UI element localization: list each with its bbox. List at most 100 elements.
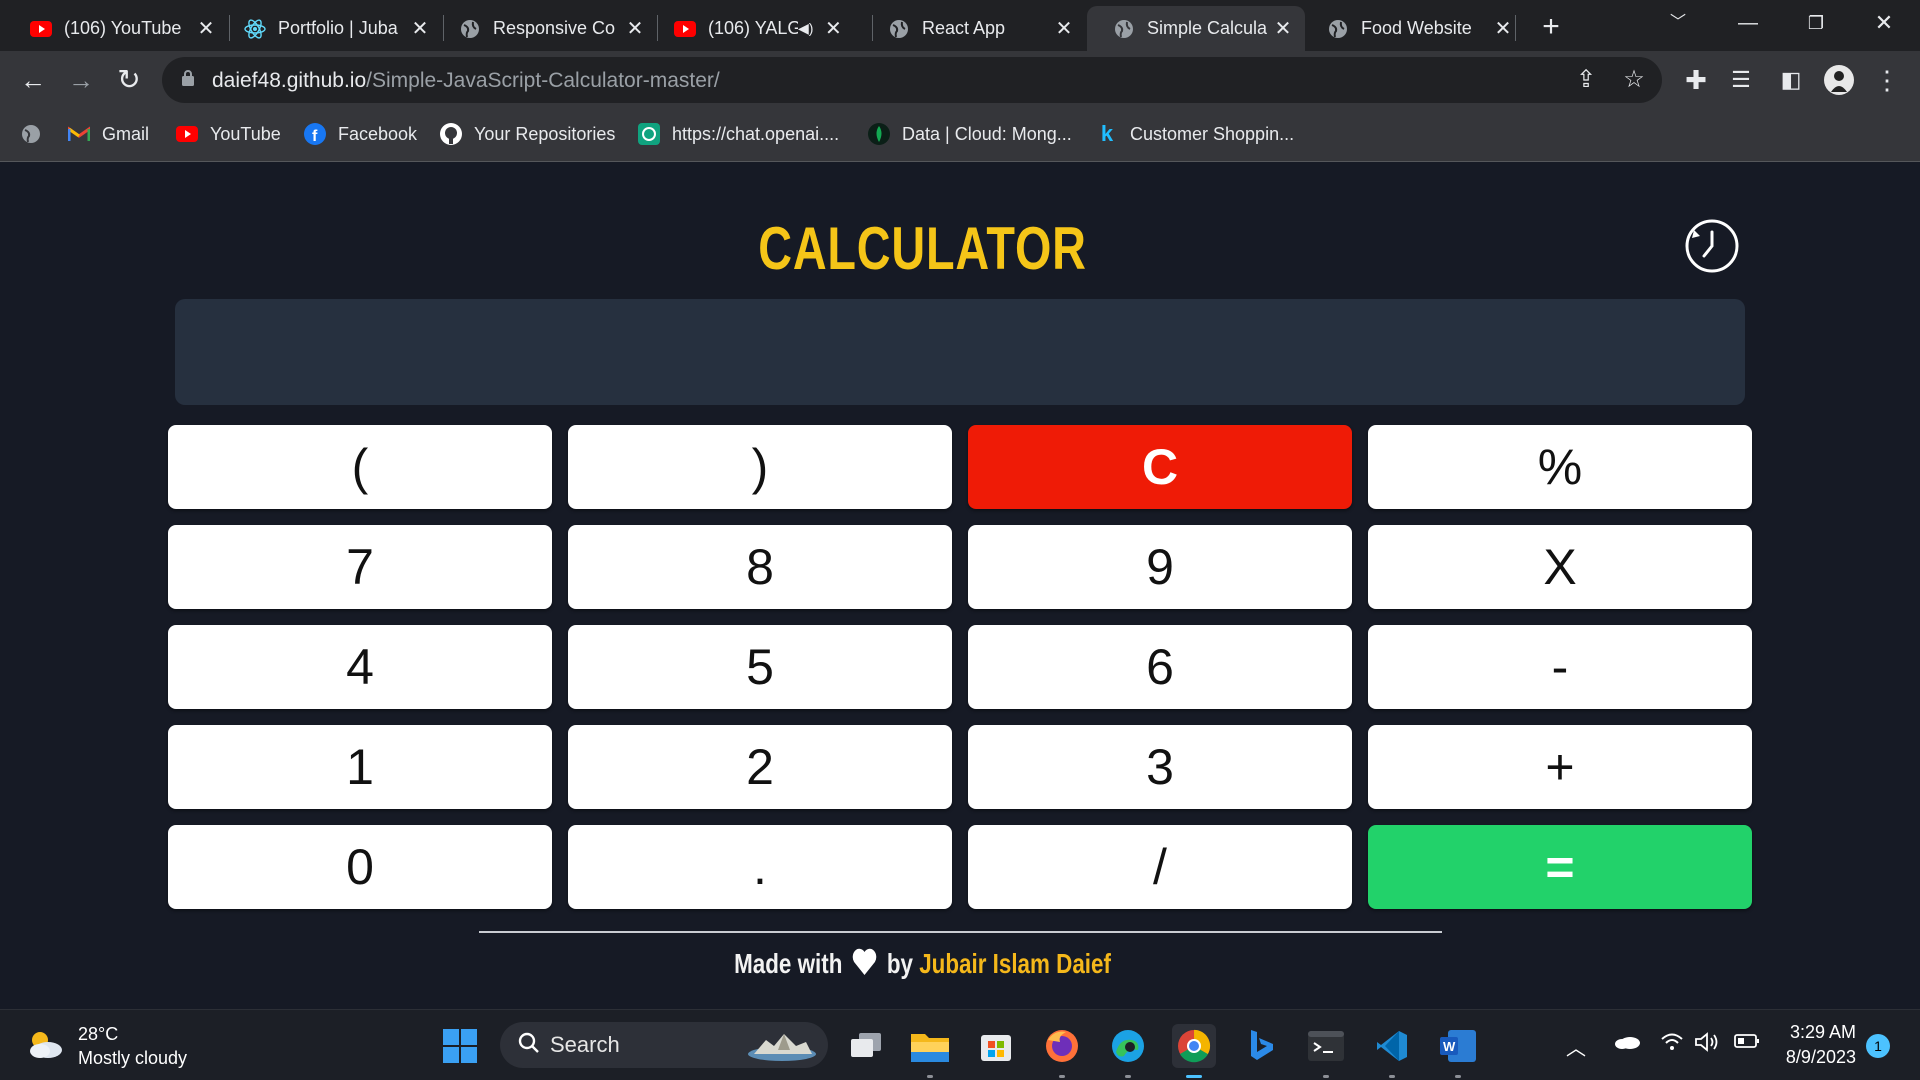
word-icon[interactable]: W (1436, 1024, 1480, 1078)
digit-8-button[interactable]: 8 (568, 525, 952, 609)
task-view-icon[interactable] (844, 1024, 888, 1068)
notification-badge[interactable]: 1 (1866, 1034, 1890, 1058)
tab-yalg[interactable]: (106) YALG ◀) ✕ (648, 6, 872, 51)
terminal-icon[interactable] (1304, 1024, 1348, 1078)
running-indicator (1186, 1075, 1202, 1078)
clear-button[interactable]: C (968, 425, 1352, 509)
tab-title: React App (922, 18, 1006, 38)
bookmark-chatgpt[interactable]: https://chat.openai.... (638, 121, 839, 147)
close-icon[interactable]: ✕ (1271, 17, 1295, 41)
share-icon[interactable]: ⇪ (1571, 65, 1601, 95)
operator-button[interactable]: - (1368, 625, 1752, 709)
bookmark-label: https://chat.openai.... (672, 123, 840, 144)
operator-button[interactable]: ) (568, 425, 952, 509)
system-clock[interactable]: 3:29 AM 8/9/2023 (1776, 1020, 1856, 1070)
history-icon[interactable] (1684, 218, 1740, 274)
globe-icon (20, 123, 42, 145)
bookmark-repositories[interactable]: Your Repositories (440, 121, 615, 147)
close-icon[interactable]: ✕ (821, 17, 845, 41)
close-icon[interactable]: ✕ (1052, 17, 1076, 41)
weather-widget[interactable]: 28°C Mostly cloudy (26, 1022, 187, 1070)
footer-by: by (886, 948, 913, 979)
battery-icon[interactable] (1734, 1032, 1760, 1055)
close-icon[interactable]: ✕ (623, 17, 647, 41)
edge-icon[interactable] (1106, 1024, 1150, 1078)
back-icon[interactable]: ← (16, 63, 50, 97)
running-indicator (1323, 1075, 1329, 1078)
show-hidden-icons-chevron-icon[interactable]: ︿ (1566, 1032, 1586, 1061)
bookmark-facebook[interactable]: f Facebook (304, 121, 417, 147)
menu-kebab-icon[interactable]: ⋮ (1870, 63, 1904, 97)
calculator-display (175, 299, 1745, 405)
bookmark-label: YouTube (210, 123, 281, 144)
operator-button[interactable]: + (1368, 725, 1752, 809)
speaker-icon[interactable]: ◀) (798, 20, 813, 37)
firefox-icon[interactable] (1040, 1024, 1084, 1078)
operator-button[interactable]: / (968, 825, 1352, 909)
microsoft-store-icon[interactable] (974, 1024, 1018, 1068)
author-name: Jubair Islam Daief (919, 948, 1111, 979)
heart-icon (852, 948, 878, 983)
chrome-icon[interactable] (1172, 1024, 1216, 1078)
media-control-icon[interactable]: ☰ (1724, 63, 1758, 97)
tab-react-app[interactable]: React App ✕ (862, 6, 1086, 51)
digit-4-button[interactable]: 4 (168, 625, 552, 709)
clock-time: 3:29 AM (1789, 1022, 1856, 1042)
digit-5-button[interactable]: 5 (568, 625, 952, 709)
tab-food-website[interactable]: Food Website ✕ (1301, 6, 1525, 51)
apps-globe-icon[interactable] (20, 121, 54, 147)
bookmark-youtube[interactable]: YouTube (176, 121, 281, 147)
bookmark-kaggle[interactable]: k Customer Shoppin... (1096, 121, 1294, 147)
youtube-icon (674, 18, 696, 40)
facebook-icon: f (304, 123, 326, 145)
taskbar-search[interactable]: Search (500, 1022, 828, 1068)
tab-simple-calculator[interactable]: Simple Calcula ✕ (1087, 6, 1305, 51)
digit-7-button[interactable]: 7 (168, 525, 552, 609)
operator-button[interactable]: . (568, 825, 952, 909)
operator-button[interactable]: ( (168, 425, 552, 509)
file-explorer-icon[interactable] (908, 1024, 952, 1078)
bookmark-mongodb[interactable]: Data | Cloud: Mong... (868, 121, 1072, 147)
operator-button[interactable]: % (1368, 425, 1752, 509)
tab-youtube[interactable]: (106) YouTube ✕ (4, 6, 228, 51)
kaggle-icon: k (1100, 121, 1114, 146)
react-icon (244, 18, 266, 40)
digit-1-button[interactable]: 1 (168, 725, 552, 809)
forward-icon[interactable]: → (64, 63, 98, 97)
close-icon[interactable]: ✕ (194, 17, 218, 41)
tab-search-icon[interactable]: ﹀ (1648, 6, 1708, 40)
footer: Made with by Jubair Islam Daief (0, 948, 1845, 983)
wifi-icon[interactable] (1660, 1032, 1684, 1058)
bing-icon[interactable] (1240, 1024, 1284, 1068)
new-tab-button[interactable]: + (1534, 10, 1568, 44)
restore-icon[interactable]: ❐ (1786, 6, 1846, 40)
digit-9-button[interactable]: 9 (968, 525, 1352, 609)
tab-responsive[interactable]: Responsive Co ✕ (433, 6, 657, 51)
close-icon[interactable]: ✕ (1491, 17, 1515, 41)
onedrive-icon[interactable] (1614, 1032, 1640, 1055)
start-button[interactable] (438, 1024, 482, 1068)
lock-icon (182, 70, 194, 86)
bookmark-gmail[interactable]: Gmail (68, 121, 149, 147)
digit-2-button[interactable]: 2 (568, 725, 952, 809)
tab-strip: (106) YouTube ✕ Portfolio | Juba ✕ Respo… (0, 0, 1920, 51)
reload-icon[interactable]: ↻ (112, 63, 146, 97)
minimize-icon[interactable]: — (1718, 6, 1778, 40)
url-host: daief48.github.io (212, 69, 367, 92)
digit-6-button[interactable]: 6 (968, 625, 1352, 709)
digit-0-button[interactable]: 0 (168, 825, 552, 909)
digit-3-button[interactable]: 3 (968, 725, 1352, 809)
profile-avatar[interactable] (1822, 63, 1856, 97)
close-icon[interactable]: ✕ (408, 17, 432, 41)
extensions-icon[interactable]: ✚ (1679, 63, 1713, 97)
bookmark-star-icon[interactable]: ☆ (1619, 65, 1649, 95)
running-indicator (1455, 1075, 1461, 1078)
vscode-icon[interactable] (1370, 1024, 1414, 1078)
tab-portfolio[interactable]: Portfolio | Juba ✕ (218, 6, 442, 51)
operator-button[interactable]: X (1368, 525, 1752, 609)
equals-button[interactable]: = (1368, 825, 1752, 909)
address-bar[interactable]: daief48.github.io/Simple-JavaScript-Calc… (162, 57, 1662, 103)
close-window-icon[interactable]: ✕ (1854, 6, 1914, 40)
side-panel-icon[interactable]: ◧ (1774, 63, 1808, 97)
volume-icon[interactable] (1694, 1032, 1720, 1058)
